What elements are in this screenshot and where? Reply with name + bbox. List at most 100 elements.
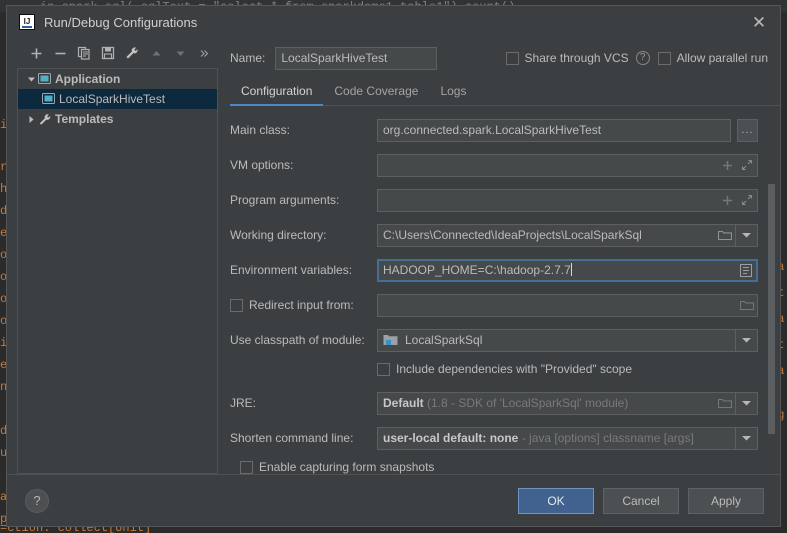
environment-variables-input[interactable]: HADOOP_HOME=C:\hadoop-2.7.7 xyxy=(377,259,758,282)
redirect-input-checkbox[interactable]: Redirect input from: xyxy=(230,298,377,312)
program-arguments-input[interactable] xyxy=(377,189,758,212)
folder-icon[interactable] xyxy=(737,299,757,311)
tab-configuration[interactable]: Configuration xyxy=(230,84,323,105)
configuration-tabs: Configuration Code Coverage Logs xyxy=(230,74,780,106)
classpath-module-row: Use classpath of module: LocalSparkSql xyxy=(230,328,780,352)
folder-icon[interactable] xyxy=(715,397,735,409)
chevron-down-icon[interactable] xyxy=(735,225,757,246)
folder-icon[interactable] xyxy=(715,229,735,241)
expand-icon[interactable] xyxy=(737,194,757,206)
form-scrollbar[interactable] xyxy=(767,106,776,474)
tree-node-templates[interactable]: Templates xyxy=(18,109,217,129)
shorten-command-line-value: user-local default: none - java [options… xyxy=(383,431,735,445)
program-arguments-row: Program arguments: xyxy=(230,188,780,212)
edit-templates-button[interactable] xyxy=(121,42,143,64)
include-provided-label: Include dependencies with "Provided" sco… xyxy=(396,362,632,376)
tree-node-label: Application xyxy=(55,72,120,86)
question-mark-icon[interactable]: ? xyxy=(636,51,650,65)
include-provided-checkbox[interactable]: Include dependencies with "Provided" sco… xyxy=(377,359,780,379)
help-button[interactable]: ? xyxy=(25,489,49,513)
dialog-body: Application LocalSparkHiveTest xyxy=(7,38,780,474)
checkbox-box xyxy=(230,299,243,312)
configurations-toolbar xyxy=(17,38,218,68)
move-down-button[interactable] xyxy=(169,42,191,64)
apply-button[interactable]: Apply xyxy=(688,488,764,514)
configuration-right-pane: Name: LocalSparkHiveTest Share through V… xyxy=(218,38,780,474)
application-icon xyxy=(42,93,59,105)
expand-icon[interactable] xyxy=(737,159,757,171)
share-through-vcs-checkbox[interactable]: Share through VCS xyxy=(506,51,629,65)
dialog-footer: ? OK Cancel Apply xyxy=(7,474,780,526)
tree-node-application[interactable]: Application xyxy=(18,69,217,89)
environment-variables-value: HADOOP_HOME=C:\hadoop-2.7.7 xyxy=(383,263,736,277)
close-icon[interactable]: ✕ xyxy=(744,9,774,35)
cancel-button[interactable]: Cancel xyxy=(603,488,679,514)
jre-value: Default (1.8 - SDK of 'LocalSparkSql' mo… xyxy=(383,396,715,410)
tree-node-localsparkhivetest[interactable]: LocalSparkHiveTest xyxy=(18,89,217,109)
chevron-down-icon[interactable] xyxy=(735,428,757,449)
tab-code-coverage[interactable]: Code Coverage xyxy=(323,84,429,105)
redirect-input-label: Redirect input from: xyxy=(249,298,354,312)
chevron-right-icon[interactable] xyxy=(24,115,38,124)
form-snapshots-checkbox[interactable]: Enable capturing form snapshots xyxy=(240,457,780,474)
working-directory-input[interactable]: C:\Users\Connected\IdeaProjects\LocalSpa… xyxy=(377,224,758,247)
configurations-left-pane: Application LocalSparkHiveTest xyxy=(7,38,218,474)
application-icon xyxy=(38,73,55,85)
run-debug-configurations-dialog: Run/Debug Configurations ✕ xyxy=(6,5,781,527)
vm-options-label: VM options: xyxy=(230,158,377,172)
checkbox-box xyxy=(506,52,519,65)
environment-variables-label: Environment variables: xyxy=(230,263,377,277)
main-class-browse-button[interactable]: ... xyxy=(737,119,758,142)
copy-configuration-button[interactable] xyxy=(73,42,95,64)
tab-logs[interactable]: Logs xyxy=(429,84,477,105)
main-class-input[interactable]: org.connected.spark.LocalSparkHiveTest xyxy=(377,119,731,142)
tree-node-label: LocalSparkHiveTest xyxy=(59,92,165,106)
list-editor-icon[interactable] xyxy=(736,264,756,277)
chevron-down-icon[interactable] xyxy=(735,393,757,414)
dialog-titlebar: Run/Debug Configurations ✕ xyxy=(7,6,780,38)
vm-options-input[interactable] xyxy=(377,154,758,177)
ok-button[interactable]: OK xyxy=(518,488,594,514)
allow-parallel-run-label: Allow parallel run xyxy=(677,51,768,65)
program-arguments-label: Program arguments: xyxy=(230,193,377,207)
working-directory-label: Working directory: xyxy=(230,228,377,242)
shorten-command-line-row: Shorten command line: user-local default… xyxy=(230,426,780,450)
wrench-icon xyxy=(38,113,55,126)
remove-configuration-button[interactable] xyxy=(49,42,71,64)
move-up-button[interactable] xyxy=(145,42,167,64)
checkbox-box xyxy=(240,461,253,474)
shorten-command-line-label: Shorten command line: xyxy=(230,431,377,445)
working-directory-row: Working directory: C:\Users\Connected\Id… xyxy=(230,223,780,247)
intellij-idea-logo-icon xyxy=(19,14,35,30)
plus-icon[interactable] xyxy=(717,160,737,171)
form-snapshots-label: Enable capturing form snapshots xyxy=(259,460,434,474)
plus-icon[interactable] xyxy=(717,195,737,206)
chevron-down-icon[interactable] xyxy=(24,75,38,84)
vm-options-row: VM options: xyxy=(230,153,780,177)
save-configuration-button[interactable] xyxy=(97,42,119,64)
redirect-input-field[interactable] xyxy=(377,294,758,317)
main-class-label: Main class: xyxy=(230,123,377,137)
main-class-row: Main class: org.connected.spark.LocalSpa… xyxy=(230,118,780,142)
share-through-vcs-label: Share through VCS xyxy=(525,51,629,65)
allow-parallel-run-checkbox[interactable]: Allow parallel run xyxy=(658,51,768,65)
shorten-command-line-combo[interactable]: user-local default: none - java [options… xyxy=(377,427,758,450)
chevron-down-icon[interactable] xyxy=(735,330,757,351)
classpath-module-combo[interactable]: LocalSparkSql xyxy=(377,329,758,352)
configurations-tree[interactable]: Application LocalSparkHiveTest xyxy=(17,68,218,474)
classpath-module-label: Use classpath of module: xyxy=(230,333,377,347)
name-input-value: LocalSparkHiveTest xyxy=(281,51,387,65)
more-options-button[interactable] xyxy=(193,42,215,64)
tree-node-label: Templates xyxy=(55,112,113,126)
name-row: Name: LocalSparkHiveTest Share through V… xyxy=(230,42,780,74)
name-input[interactable]: LocalSparkHiveTest xyxy=(275,47,437,70)
jre-combo[interactable]: Default (1.8 - SDK of 'LocalSparkSql' mo… xyxy=(377,392,758,415)
classpath-module-value: LocalSparkSql xyxy=(405,333,735,347)
environment-variables-row: Environment variables: HADOOP_HOME=C:\ha… xyxy=(230,258,780,282)
form-scrollbar-thumb[interactable] xyxy=(768,184,775,434)
checkbox-box xyxy=(377,363,390,376)
redirect-input-row: Redirect input from: xyxy=(230,293,780,317)
jre-row: JRE: Default (1.8 - SDK of 'LocalSparkSq… xyxy=(230,391,780,415)
add-configuration-button[interactable] xyxy=(25,42,47,64)
configuration-form: Main class: org.connected.spark.LocalSpa… xyxy=(230,106,780,474)
